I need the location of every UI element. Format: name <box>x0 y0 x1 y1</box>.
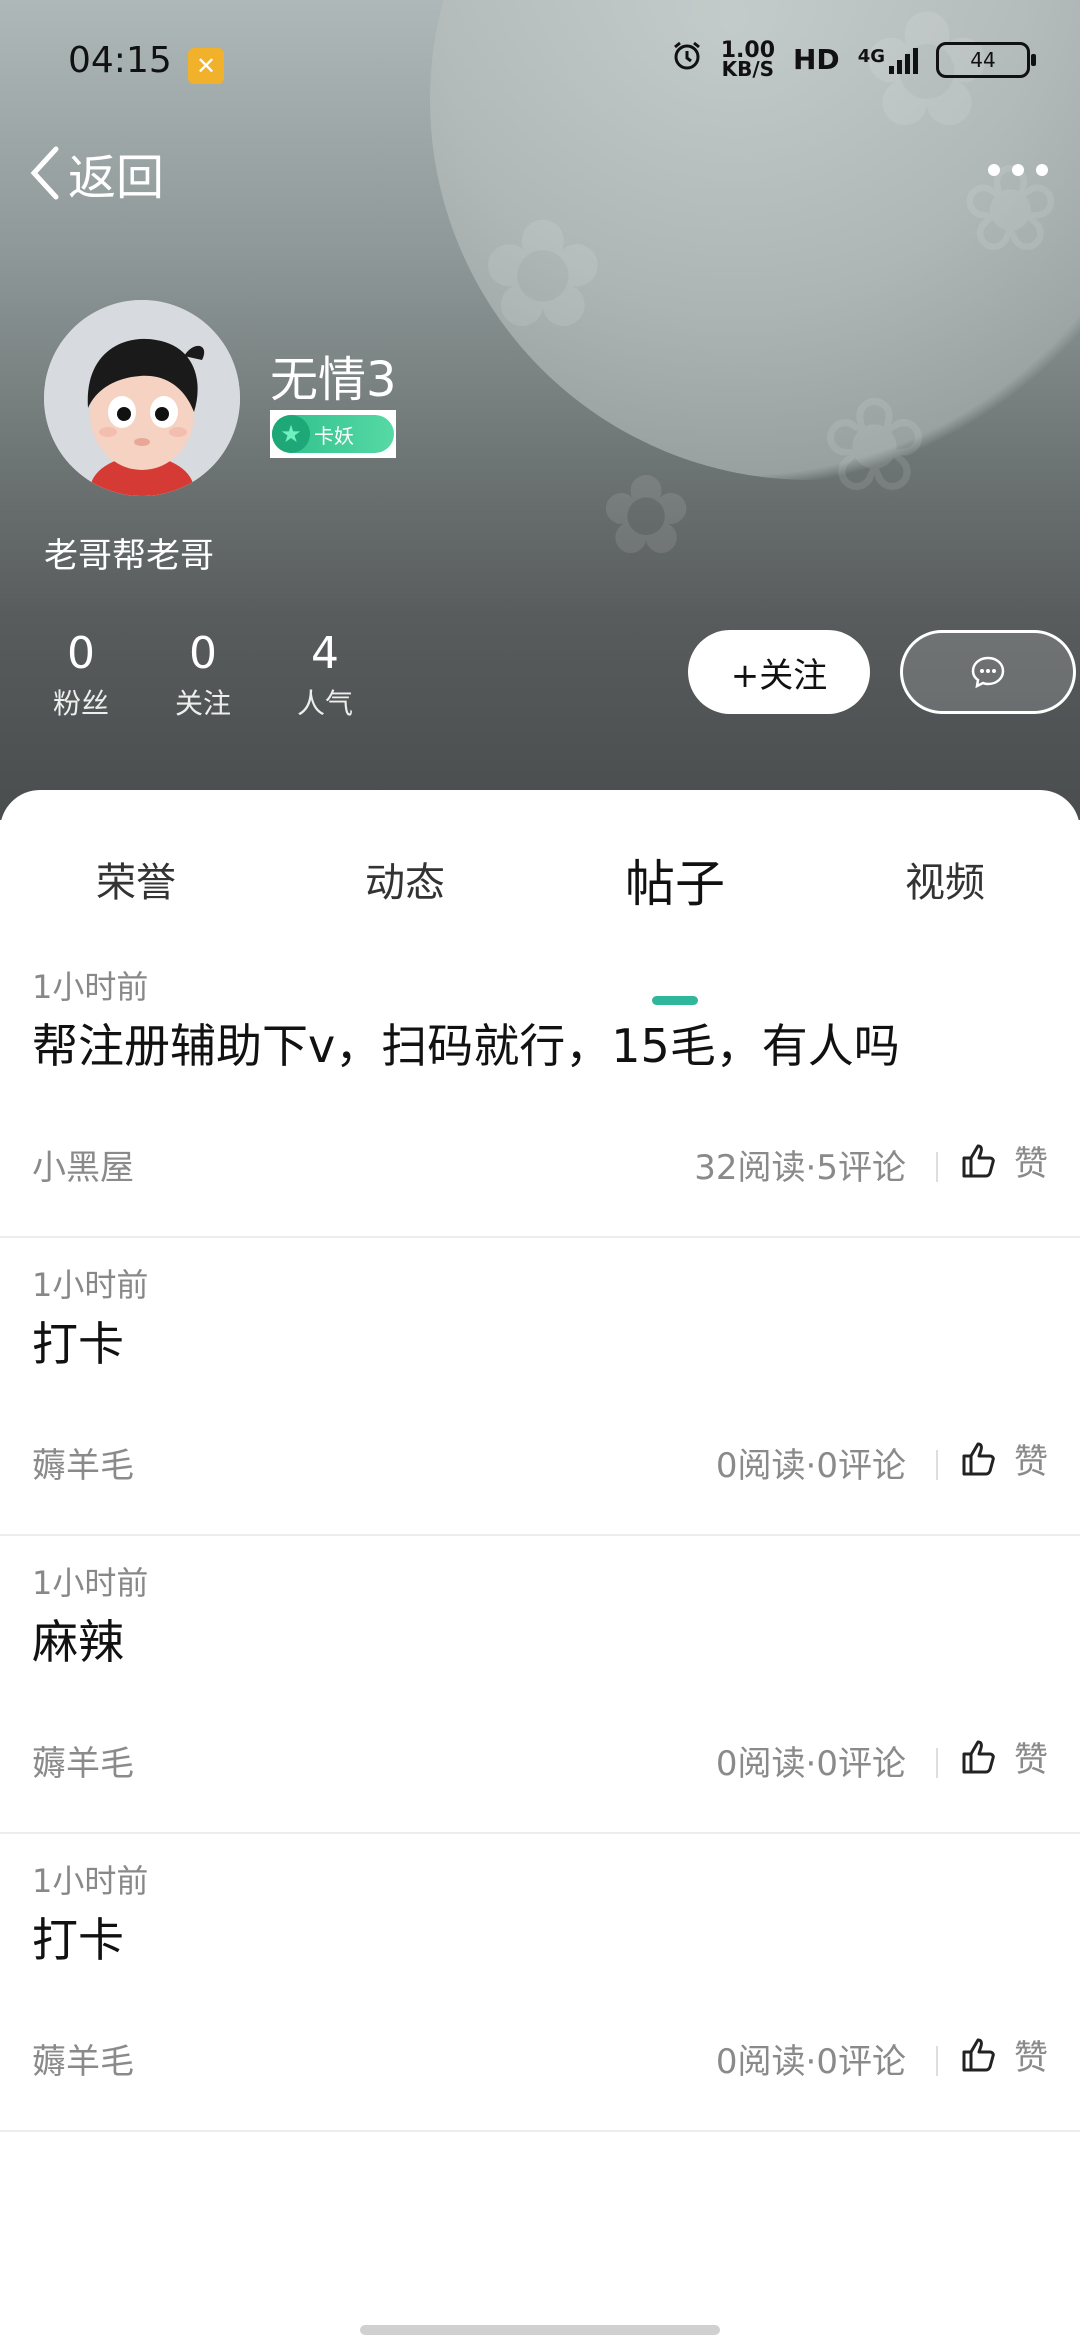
post-item[interactable]: 1小时前 帮注册辅助下v，扫码就行，15毛，有人吗 小黑屋 32阅读·5评论 赞 <box>0 940 1080 1238</box>
tab-bar: 荣誉 动态 帖子 视频 <box>0 850 1080 1005</box>
post-item[interactable]: 1小时前 麻辣 薅羊毛 0阅读·0评论 赞 <box>0 1536 1080 1834</box>
post-time: 1小时前 <box>32 1266 149 1304</box>
divider <box>936 1450 938 1480</box>
post-item[interactable]: 1小时前 打卡 薅羊毛 0阅读·0评论 赞 <box>0 1834 1080 2132</box>
battery-icon: 44 <box>936 41 1036 78</box>
star-icon: ★ <box>272 415 310 453</box>
chat-bubble-icon <box>971 656 1005 689</box>
tab-posts[interactable]: 帖子 <box>575 844 775 916</box>
stat-fans[interactable]: 0 粉丝 <box>40 628 122 722</box>
like-label: 赞 <box>1014 1740 1048 1780</box>
post-stats: 0阅读·0评论 <box>715 1446 906 1486</box>
flower-decoration: ❀ <box>820 369 929 521</box>
badge-label: 卡妖 <box>314 423 354 448</box>
status-bar: 04:15 ✕ 1.00 KB/S HD 4G 44 <box>0 0 1080 130</box>
profile-stats: 0 粉丝 0 关注 4 人气 <box>40 628 366 722</box>
follow-button[interactable]: +关注 <box>688 630 870 714</box>
level-badge: ★ 卡妖 <box>270 410 396 458</box>
post-stats: 32阅读·5评论 <box>694 1148 906 1188</box>
like-button[interactable]: 赞 <box>960 2030 1048 2079</box>
more-options-button[interactable] <box>988 150 1048 190</box>
more-dot-icon <box>1036 164 1048 176</box>
more-dot-icon <box>1012 164 1024 176</box>
like-button[interactable]: 赞 <box>960 1732 1048 1781</box>
stat-popularity[interactable]: 4 人气 <box>284 628 366 722</box>
post-category[interactable]: 小黑屋 <box>32 1140 134 1189</box>
chevron-left-icon <box>30 146 59 200</box>
stat-following[interactable]: 0 关注 <box>162 628 244 722</box>
hd-label: HD <box>793 43 840 76</box>
post-time: 1小时前 <box>32 968 149 1006</box>
more-dot-icon <box>988 164 1000 176</box>
flower-decoration: ✿ <box>600 451 693 579</box>
post-stats: 0阅读·0评论 <box>715 1744 906 1784</box>
post-title: 打卡 <box>32 1913 124 1967</box>
post-title: 麻辣 <box>32 1615 124 1669</box>
post-category[interactable]: 薅羊毛 <box>32 1438 134 1487</box>
tab-videos[interactable]: 视频 <box>845 850 1045 908</box>
post-title: 帮注册辅助下v，扫码就行，15毛，有人吗 <box>32 1019 900 1073</box>
divider <box>936 1748 938 1778</box>
like-label: 赞 <box>1014 1144 1048 1184</box>
back-button[interactable]: 返回 <box>28 138 164 208</box>
thumbs-up-icon <box>962 2038 995 2071</box>
profile-bio: 老哥帮老哥 <box>44 536 214 576</box>
tab-activity[interactable]: 动态 <box>305 850 505 908</box>
signal-icon: 4G <box>858 46 918 74</box>
username: 无情3 <box>270 352 397 408</box>
alarm-icon <box>671 40 703 79</box>
post-item[interactable]: 1小时前 打卡 薅羊毛 0阅读·0评论 赞 <box>0 1238 1080 1536</box>
post-time: 1小时前 <box>32 1862 149 1900</box>
post-category[interactable]: 薅羊毛 <box>32 1736 134 1785</box>
post-time: 1小时前 <box>32 1564 149 1602</box>
status-icons: 1.00 KB/S HD 4G 44 <box>671 37 1036 82</box>
like-button[interactable]: 赞 <box>960 1434 1048 1483</box>
message-button[interactable] <box>900 630 1076 714</box>
like-label: 赞 <box>1014 2038 1048 2078</box>
post-title: 打卡 <box>32 1317 124 1371</box>
avatar[interactable] <box>44 300 240 496</box>
like-label: 赞 <box>1014 1442 1048 1482</box>
thumbs-up-icon <box>962 1442 995 1475</box>
divider <box>936 1152 938 1182</box>
post-category[interactable]: 薅羊毛 <box>32 2034 134 2083</box>
home-indicator[interactable] <box>360 2325 720 2335</box>
post-stats: 0阅读·0评论 <box>715 2042 906 2082</box>
back-label: 返回 <box>68 150 165 206</box>
like-button[interactable]: 赞 <box>960 1136 1048 1185</box>
app-notification-icon: ✕ <box>188 48 224 84</box>
thumbs-up-icon <box>962 1740 995 1773</box>
status-time: 04:15 <box>68 40 172 81</box>
flower-decoration: ✿ <box>480 188 606 362</box>
thumbs-up-icon <box>962 1144 995 1177</box>
network-speed: 1.00 KB/S <box>720 37 775 82</box>
content-sheet: 荣誉 动态 帖子 视频 1小时前 帮注册辅助下v，扫码就行，15毛，有人吗 小黑… <box>0 790 1080 2340</box>
tab-honor[interactable]: 荣誉 <box>36 850 236 908</box>
divider <box>936 2046 938 2076</box>
avatar-cartoon-icon <box>44 300 240 496</box>
